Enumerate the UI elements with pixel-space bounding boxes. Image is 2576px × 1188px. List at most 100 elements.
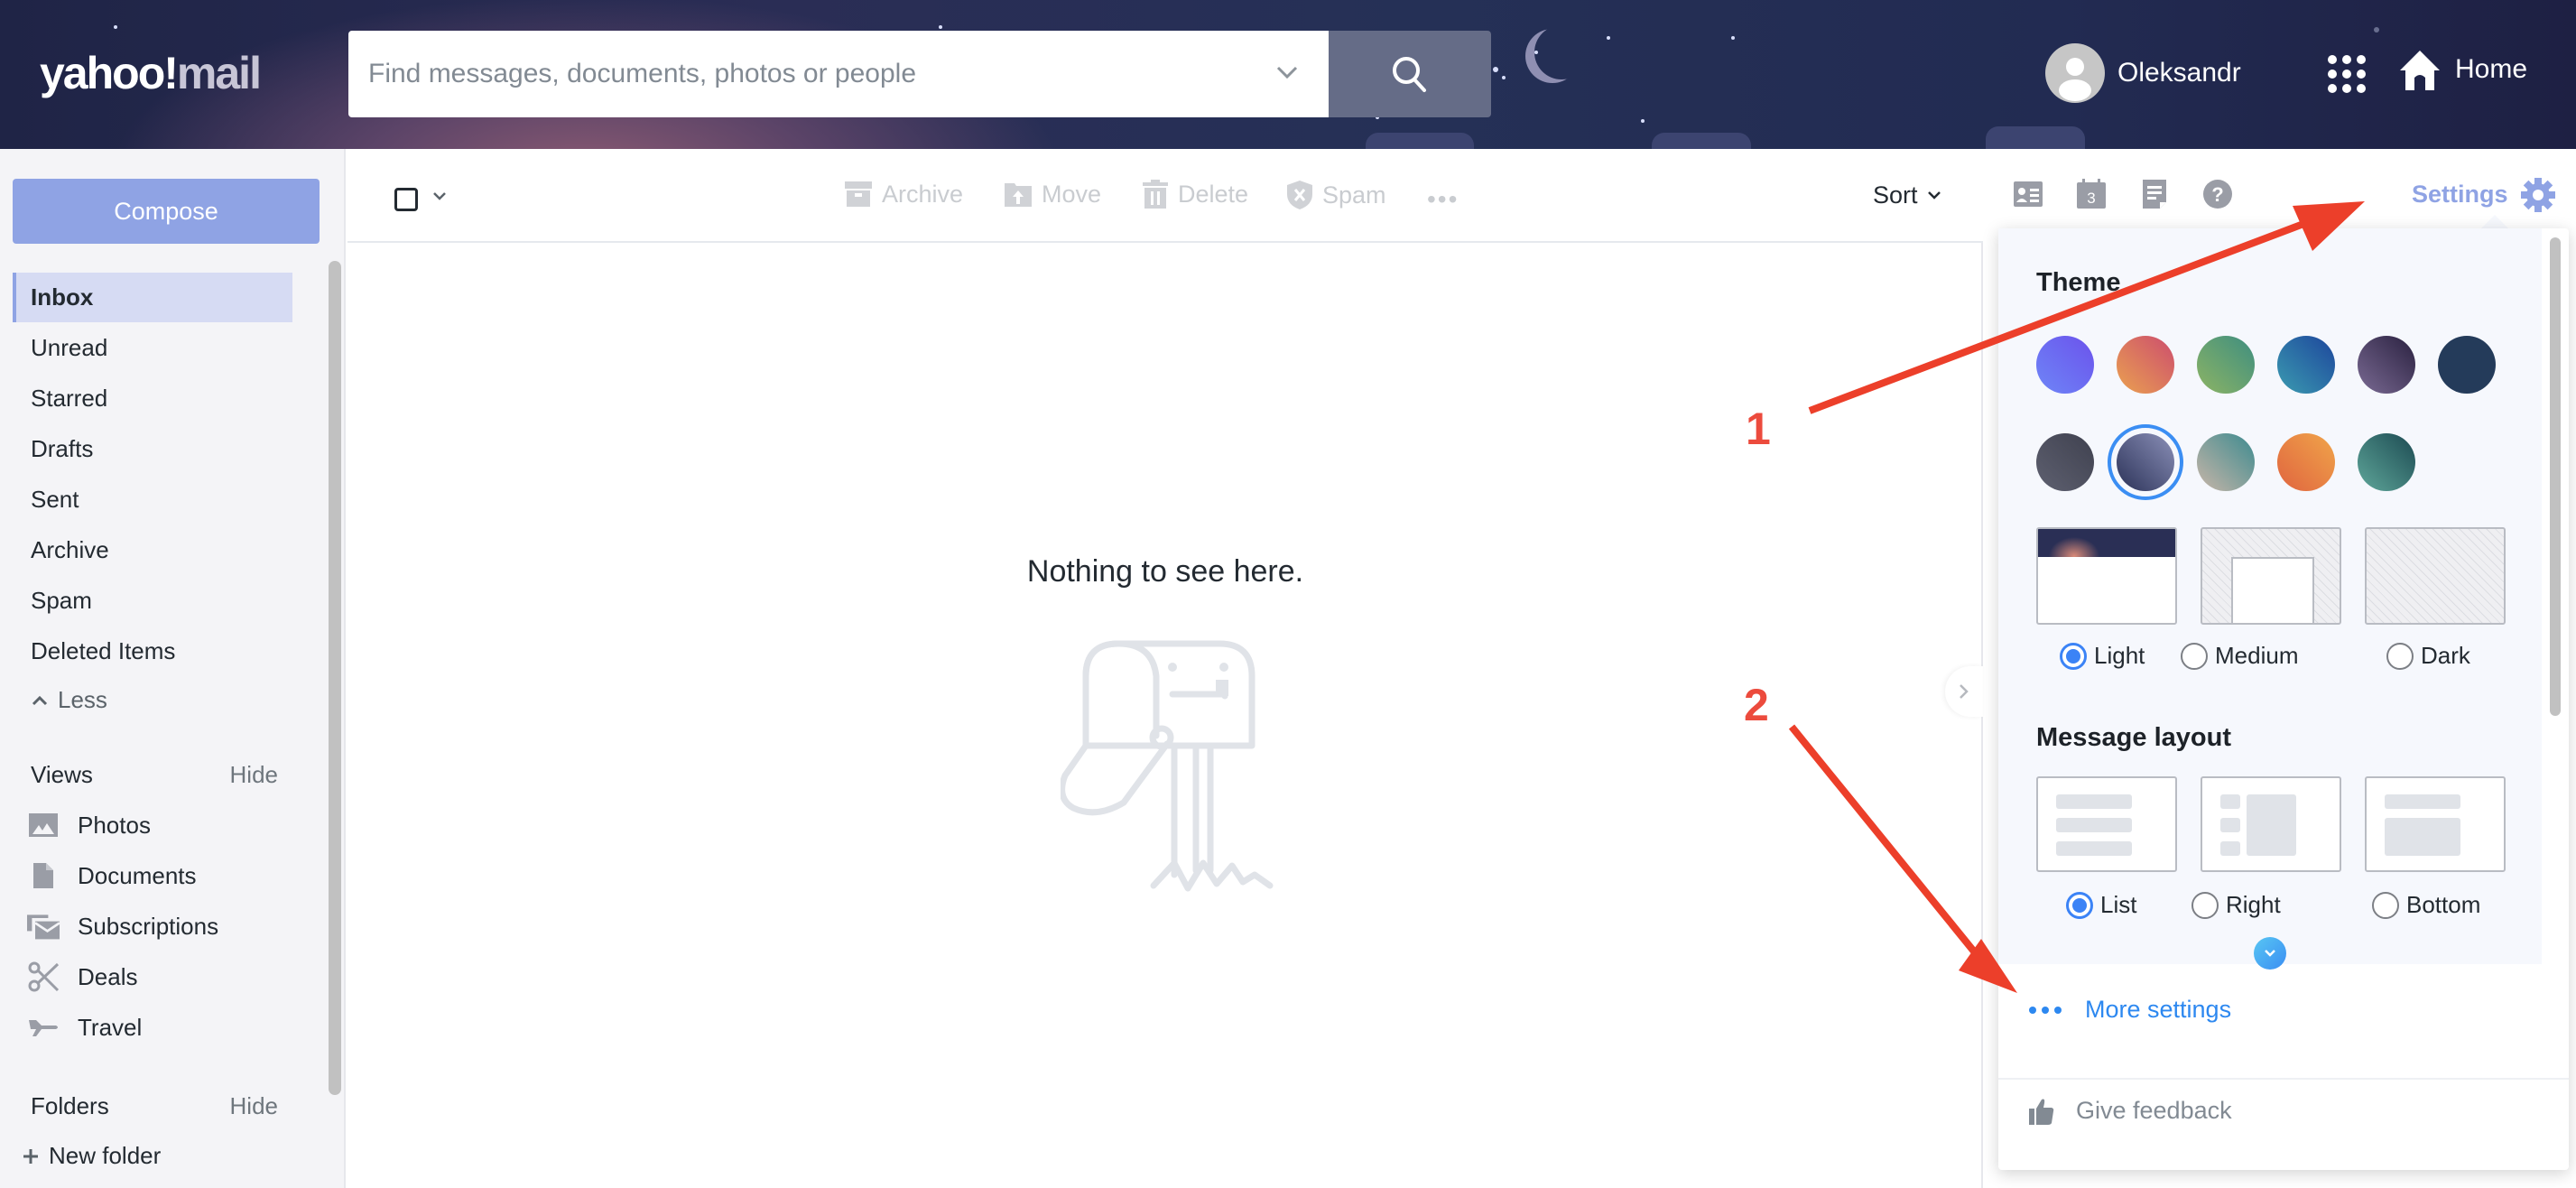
give-feedback-link[interactable]: Give feedback [2029,1097,2232,1125]
radio-unselected [2372,891,2399,919]
delete-button[interactable]: Delete [1142,180,1248,209]
help-icon[interactable]: ? [2202,179,2233,209]
medium-label: Medium [2215,642,2299,669]
settings-button[interactable]: Settings [2412,181,2508,209]
layout-bottom-preview[interactable] [2365,776,2506,872]
spam-shield-icon [1287,181,1312,209]
sidebar-item-documents[interactable]: Documents [27,853,197,898]
deals-label: Deals [78,962,138,990]
theme-mode-dark-radio[interactable]: Dark [2386,642,2470,670]
radio-unselected [2191,891,2219,919]
theme-swatch-camper[interactable] [2197,433,2255,491]
expand-settings-button[interactable] [2254,937,2286,970]
chevron-down-icon [2265,950,2275,957]
select-options-chevron-icon[interactable] [431,187,449,205]
theme-swatch-purple-blue[interactable] [2036,336,2094,394]
app-header: yahoo!mail Oleksandr Home [0,0,2576,149]
photos-label: Photos [78,811,151,839]
theme-mode-light-preview[interactable] [2036,527,2177,625]
folders-section-header: Folders Hide [31,1092,278,1120]
light-label: Light [2094,642,2145,669]
home-label: Home [2455,54,2528,84]
gear-icon[interactable] [2520,177,2556,213]
sidebar-item-travel[interactable]: Travel [27,1005,142,1050]
contacts-icon[interactable] [2013,179,2043,209]
compose-button[interactable]: Compose [13,179,320,244]
layout-list-preview[interactable] [2036,776,2177,872]
theme-mode-dark-preview[interactable] [2365,527,2506,625]
theme-swatch-teal-mountains[interactable] [2358,433,2415,491]
sidebar-item-starred[interactable]: Starred [13,374,292,423]
more-settings-label: More settings [2085,996,2232,1023]
folders-hide-button[interactable]: Hide [230,1092,278,1120]
apps-grid-icon[interactable] [2325,52,2368,96]
move-button[interactable]: Move [1004,180,1101,209]
archive-icon [845,181,872,207]
search-options-chevron-icon[interactable] [1269,54,1305,90]
layout-right-preview[interactable] [2201,776,2341,872]
views-section-header: Views Hide [31,761,278,789]
yahoo-mail-logo[interactable]: yahoo!mail [40,47,262,99]
message-layout-heading: Message layout [2036,723,2231,752]
theme-swatch-blue[interactable] [2277,336,2335,394]
list-label: List [2100,891,2137,918]
theme-swatch-plum[interactable] [2358,336,2415,394]
theme-mode-medium-radio[interactable]: Medium [2181,642,2298,670]
home-link[interactable]: Home [2397,47,2527,92]
spam-button[interactable]: Spam [1286,180,1386,210]
layout-bottom-radio[interactable]: Bottom [2372,891,2480,919]
sidebar-item-unread[interactable]: Unread [13,323,292,373]
star [939,25,942,29]
star [1493,67,1498,72]
sidebar-item-sent[interactable]: Sent [13,475,292,524]
user-menu[interactable]: Oleksandr [2045,43,2241,103]
new-folder-button[interactable]: New folder [22,1142,161,1170]
sidebar-item-spam[interactable]: Spam [13,576,292,626]
photo-icon [29,813,58,837]
theme-swatch-sunset-cliff[interactable] [2277,433,2335,491]
star [114,25,117,29]
medium-preview-content [2231,557,2314,623]
chevron-down-icon [1927,190,1941,200]
theme-swatch-slate[interactable] [2036,433,2094,491]
theme-swatch-green[interactable] [2197,336,2255,394]
less-label: Less [58,686,107,713]
search-input[interactable] [368,31,1235,117]
sidebar-less-toggle[interactable]: Less [13,675,292,725]
sort-button[interactable]: Sort [1873,181,1943,209]
settings-panel-scrollbar[interactable] [2550,237,2561,716]
sidebar-item-inbox[interactable]: Inbox [13,273,292,322]
layout-right-radio[interactable]: Right [2191,891,2281,919]
archive-button[interactable]: Archive [844,180,963,209]
delete-label: Delete [1178,180,1249,208]
annotation-step-1: 1 [1746,404,1771,454]
sidebar-item-subscriptions[interactable]: Subscriptions [27,904,218,949]
sidebar-item-photos[interactable]: Photos [27,803,151,848]
theme-mode-light-radio[interactable]: Light [2060,642,2145,670]
select-all-checkbox[interactable] [394,188,418,211]
theme-swatch-orange-pink[interactable] [2117,336,2174,394]
search-button[interactable] [1329,31,1491,117]
dark-label: Dark [2421,642,2470,669]
sidebar-item-archive[interactable]: Archive [13,525,292,575]
layout-list-radio[interactable]: List [2066,891,2136,919]
avatar [2045,43,2105,103]
move-label: Move [1042,180,1102,208]
settings-panel: Theme Light Medium Dark Message layout L… [1998,228,2569,1170]
views-hide-button[interactable]: Hide [230,761,278,789]
theme-swatch-night-mountains[interactable] [2108,424,2183,500]
notepad-icon[interactable] [2139,179,2170,209]
annotation-step-2: 2 [1744,680,1769,730]
panel-divider [1998,1078,2569,1080]
document-icon [33,863,53,888]
theme-mode-medium-preview[interactable] [2201,527,2341,625]
more-settings-link[interactable]: More settings [2029,996,2231,1024]
theme-swatch-navy[interactable] [2438,336,2496,394]
more-actions-button[interactable]: ••• [1427,185,1459,214]
calendar-icon[interactable]: 3 [2076,179,2107,209]
sidebar-item-deals[interactable]: Deals [27,954,137,999]
sidebar-item-drafts[interactable]: Drafts [13,424,292,474]
folders-heading: Folders [31,1092,109,1119]
sidebar-item-deleted-items[interactable]: Deleted Items [13,626,292,676]
sidebar-scrollbar[interactable] [329,261,341,1095]
